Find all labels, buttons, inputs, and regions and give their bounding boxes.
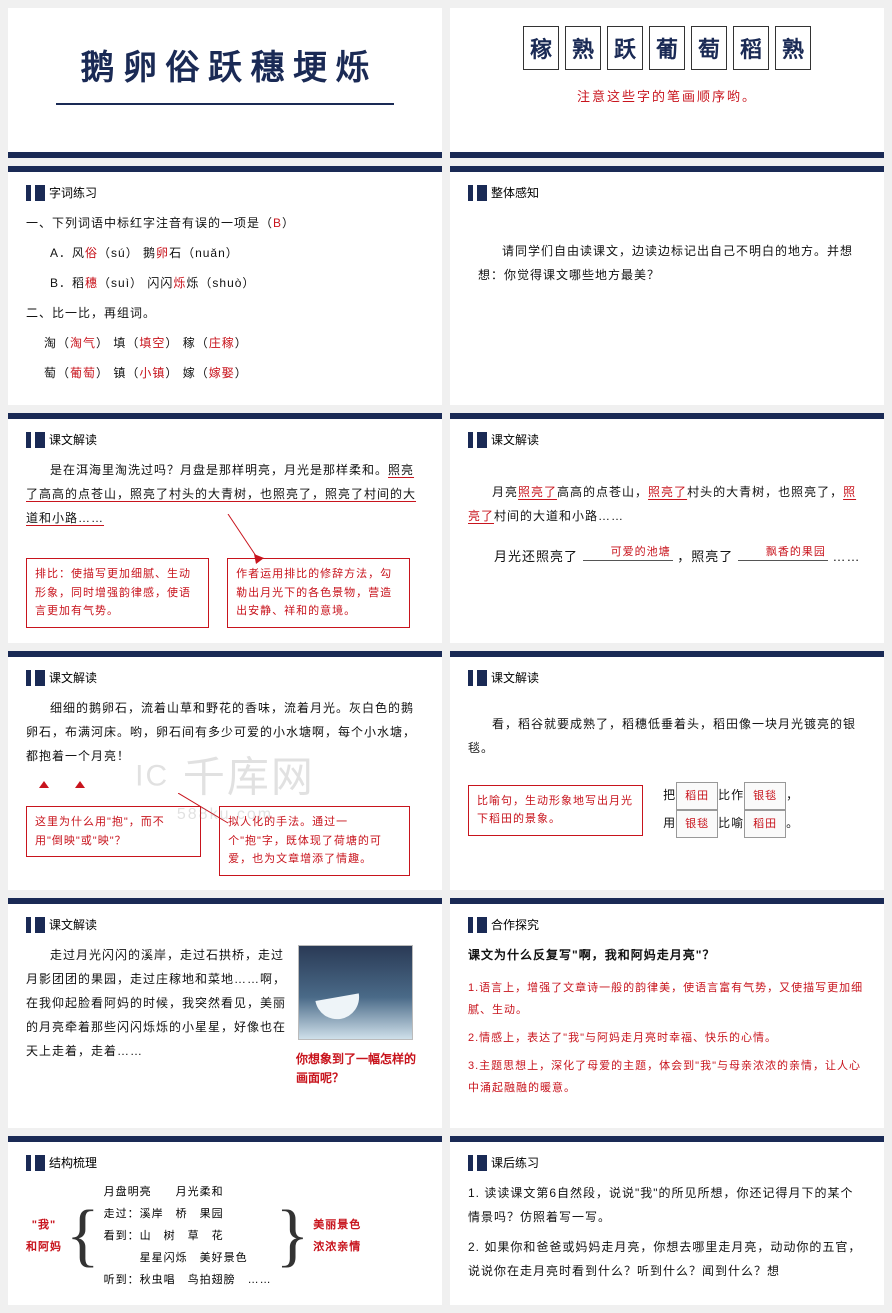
char-box: 熟 — [775, 26, 811, 70]
note-parallelism: 排比：使描写更加细腻、生动形象，同时增强韵律感，使语言更加有气势。 — [26, 558, 209, 628]
char-box: 跃 — [607, 26, 643, 70]
fill-box: 银毯 — [744, 782, 786, 810]
section-title: 课文解读 — [491, 669, 539, 686]
slide-text-analysis-2: 课文解读 月亮照亮了高高的点苍山，照亮了村头的大青树，也照亮了，照亮了村间的大道… — [450, 413, 884, 643]
fill-box: 稻田 — [744, 810, 786, 838]
section-header: 课后练习 — [468, 1154, 866, 1171]
section-title: 字词练习 — [49, 184, 97, 201]
slide-overall-perception: 整体感知 请同学们自由读课文，边读边标记出自己不明白的地方。并想想：你觉得课文哪… — [450, 166, 884, 405]
afterclass-body: 1. 读读课文第6自然段，说说"我"的所见所想，你还记得月下的某个情景吗？仿照着… — [468, 1181, 866, 1283]
moon-illustration — [298, 945, 413, 1040]
slide-after-class: 课后练习 1. 读读课文第6自然段，说说"我"的所见所想，你还记得月下的某个情景… — [450, 1136, 884, 1305]
analysis-body: 是在洱海里淘洗过吗？月盘是那样明亮，月光是那样柔和。照亮了高高的点苍山，照亮了村… — [26, 458, 424, 530]
note-author-technique: 作者运用排比的修辞方法，勾勒出月光下的各色景物，营造出安静、祥和的意境。 — [227, 558, 410, 628]
char-box: 葡 — [649, 26, 685, 70]
section-title: 合作探究 — [491, 916, 539, 933]
section-title: 课文解读 — [49, 431, 97, 448]
slide-chars-right: 稼 熟 跃 葡 萄 稻 熟 注意这些字的笔画顺序哟。 — [450, 8, 884, 158]
stroke-order-note: 注意这些字的笔画顺序哟。 — [468, 86, 866, 105]
answer-box: 拟人化的手法。通过一个"抱"字，既体现了荷塘的可爱，也为文章增添了情趣。 — [219, 806, 410, 876]
section-title: 结构梳理 — [49, 1154, 97, 1171]
underline — [56, 103, 394, 105]
fill-box: 稻田 — [676, 782, 718, 810]
char-row: 鹅 卵 俗 跃 穗 埂 烁 — [26, 40, 424, 89]
char-box: 稻 — [733, 26, 769, 70]
question-box: 这里为什么用"抱"，而不用"倒映"或"映"？ — [26, 806, 201, 857]
section-title: 课文解读 — [49, 669, 97, 686]
slide-text-analysis-5: 课文解读 走过月光闪闪的溪岸，走过石拱桥，走过月影团团的果园，走过庄稼地和菜地…… — [8, 898, 442, 1128]
section-header: 合作探究 — [468, 916, 866, 933]
section-header: 字词练习 — [26, 184, 424, 201]
triangle-marker-icon — [39, 781, 49, 788]
analysis-body: 月亮照亮了高高的点苍山，照亮了村头的大青树，也照亮了，照亮了村间的大道和小路……… — [468, 458, 866, 570]
boxed-chars: 稼 熟 跃 葡 萄 稻 熟 — [468, 26, 866, 70]
structure-mid: 月盘明亮 月光柔和 走过：溪岸 桥 果园 看到：山 树 草 花 星星闪烁 美好景… — [104, 1181, 272, 1291]
exercise-body: 一、下列词语中标红字注音有误的一项是（B） A．风俗（sú） 鹅卵石（nuǎn）… — [26, 211, 424, 385]
section-header: 课文解读 — [468, 431, 866, 448]
slide-vocab-exercise: 字词练习 一、下列词语中标红字注音有误的一项是（B） A．风俗（sú） 鹅卵石（… — [8, 166, 442, 405]
section-header: 课文解读 — [468, 669, 866, 686]
char-box: 熟 — [565, 26, 601, 70]
metaphor-note: 比喻句，生动形象地写出月光下稻田的景象。 — [468, 785, 643, 836]
inquiry-question: 课文为什么反复写"啊，我和阿妈走月亮"？ — [468, 943, 866, 967]
slide-chars-left: 鹅 卵 俗 跃 穗 埂 烁 — [8, 8, 442, 158]
fill-box: 银毯 — [676, 810, 718, 838]
slides-grid: 鹅 卵 俗 跃 穗 埂 烁 稼 熟 跃 葡 萄 稻 熟 注意这些字的笔画顺序哟。… — [0, 0, 892, 1313]
slide-text-analysis-3: 课文解读 细细的鹅卵石，流着山草和野花的香味，流着月光。灰白色的鹅卵石，布满河床… — [8, 651, 442, 890]
answer-letter: B — [273, 216, 282, 230]
analysis-body: 看，稻谷就要成熟了，稻穗低垂着头，稻田像一块月光镀亮的银毯。 比喻句，生动形象地… — [468, 696, 866, 838]
structure-right: 美丽景色 浓浓亲情 — [313, 1214, 361, 1258]
imagination-prompt: 你想象到了一幅怎样的画面呢？ — [296, 1050, 424, 1088]
slide-text-analysis-1: 课文解读 是在洱海里淘洗过吗？月盘是那样明亮，月光是那样柔和。照亮了高高的点苍山… — [8, 413, 442, 643]
section-title: 整体感知 — [491, 184, 539, 201]
section-header: 课文解读 — [26, 916, 424, 933]
section-title: 课后练习 — [491, 1154, 539, 1171]
fill-answer-2: 飘香的果园 — [740, 541, 826, 563]
brace-right-icon: } — [276, 1208, 310, 1264]
section-title: 课文解读 — [49, 916, 97, 933]
analysis-body: 细细的鹅卵石，流着山草和野花的香味，流着月光。灰白色的鹅卵石，布满河床。哟，卵石… — [26, 696, 424, 796]
char-box: 稼 — [523, 26, 559, 70]
section-header: 课文解读 — [26, 669, 424, 686]
analysis-body: 走过月光闪闪的溪岸，走过石拱桥，走过月影团团的果园，走过庄稼地和菜地……啊，在我… — [26, 943, 286, 1069]
perception-body: 请同学们自由读课文，边读边标记出自己不明白的地方。并想想：你觉得课文哪些地方最美… — [468, 211, 866, 287]
triangle-marker-icon — [75, 781, 85, 788]
char-box: 萄 — [691, 26, 727, 70]
slide-cooperative-inquiry: 合作探究 课文为什么反复写"啊，我和阿妈走月亮"？ 1.语言上，增强了文章诗一般… — [450, 898, 884, 1128]
section-title: 课文解读 — [491, 431, 539, 448]
brace-left-icon: { — [66, 1208, 100, 1264]
section-header: 课文解读 — [26, 431, 424, 448]
section-header: 结构梳理 — [26, 1154, 424, 1171]
structure-left: "我" 和阿妈 — [26, 1214, 62, 1258]
slide-text-analysis-4: 课文解读 看，稻谷就要成熟了，稻穗低垂着头，稻田像一块月光镀亮的银毯。 比喻句，… — [450, 651, 884, 890]
inquiry-body: 课文为什么反复写"啊，我和阿妈走月亮"？ 1.语言上，增强了文章诗一般的韵律美，… — [468, 943, 866, 1099]
slide-structure: 结构梳理 "我" 和阿妈 { 月盘明亮 月光柔和 走过：溪岸 桥 果园 看到：山… — [8, 1136, 442, 1305]
fill-answer-1: 可爱的池塘 — [585, 541, 671, 563]
section-header: 整体感知 — [468, 184, 866, 201]
